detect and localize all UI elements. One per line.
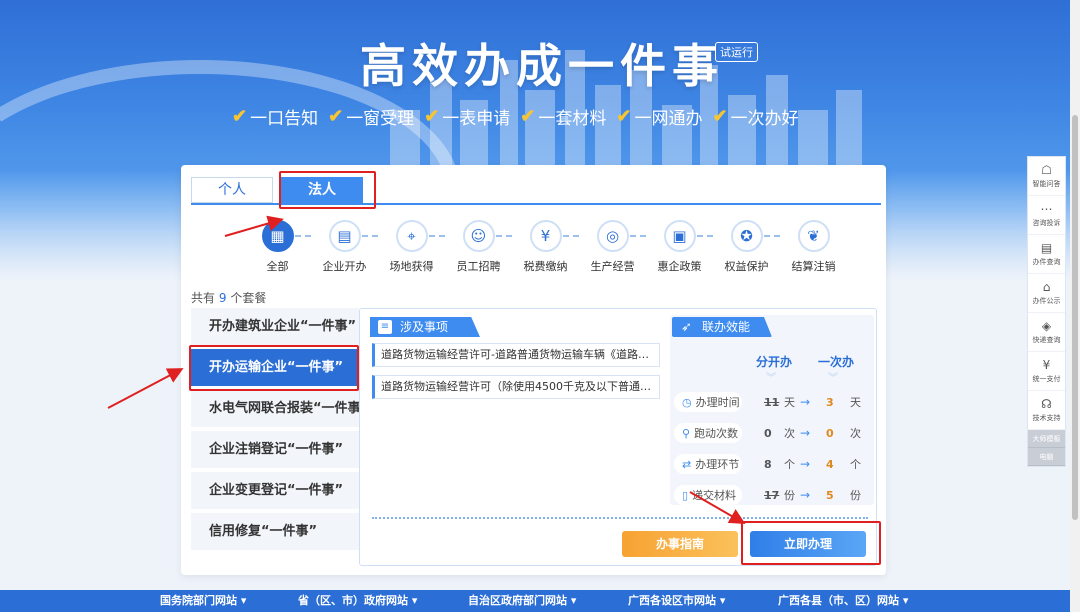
arrow-right-icon: → [800,457,811,471]
col-together: 一次办 [818,355,855,369]
slogan-list: ✔ 一口告知 ✔ 一窗受理 ✔ 一表申请 ✔ 一套材料 ✔ 一网通办 ✔ 一次办好 [232,104,799,129]
slogan-item: ✔ 一口告知 [232,106,319,129]
tool-consult[interactable]: ⋯ 咨询投诉 [1028,196,1065,235]
divider [372,517,868,519]
efficiency-header: ➶ 联办效能 [672,317,772,337]
check-icon: ✔ [712,106,728,127]
chevron-down-icon: ︾ [766,373,776,384]
list-icon: ≡ [378,320,392,334]
package-count: 共有 9 个套餐 [191,291,267,305]
category-bar: ▦ 全部 ▤ 企业开办 ⌖ 场地获得 ☺ 员工招聘 ¥ 税费缴纳 ◎ 生产经营 [244,220,847,274]
check-icon: ✔ [616,106,632,127]
runner-icon: ⚲ [682,426,691,440]
tool-case-query[interactable]: ▤ 办件查询 [1028,235,1065,274]
page-scrollbar[interactable] [1070,0,1080,612]
col-separate: 分开办 [756,355,793,369]
hero-title: 高效办成一件事 [360,39,724,93]
package-item[interactable]: 水电气网联合报装“一件事” [191,390,359,427]
medal-icon: ✪ [730,220,763,252]
piggy-bank-icon: ❦ [797,220,830,252]
robot-icon: ☖ [1041,162,1052,177]
chevron-down-icon: ︾ [828,373,838,384]
category-all[interactable]: ▦ 全部 [244,220,311,274]
footer-link[interactable]: 省（区、市）政府网站 ▾ [298,590,417,612]
category-operations[interactable]: ◎ 生产经营 [579,220,646,274]
service-panel: 个人 法人 ▦ 全部 ▤ 企业开办 ⌖ 场地获得 ☺ 员工招聘 ¥ 税费缴纳 ◎… [181,165,886,575]
arrow-right-icon: → [800,488,811,502]
package-item[interactable]: 企业注销登记“一件事” [191,431,359,468]
scrollbar-thumb[interactable] [1072,115,1078,520]
person-icon: ☺ [462,220,495,252]
guide-button[interactable]: 办事指南 [622,531,738,557]
chat-icon: ⋯ [1040,201,1053,216]
check-icon: ✔ [328,106,344,127]
coins-icon: ◎ [596,220,629,252]
category-business-start[interactable]: ▤ 企业开办 [311,220,378,274]
arrow-right-icon: → [800,426,811,440]
package-item[interactable]: 信用修复“一件事” [191,513,359,550]
flow-icon: ⇄ [682,457,692,471]
efficiency-row-materials: ▯ 递交材料 17 份 → 5 份 [674,484,874,506]
arrow-right-icon: → [800,395,811,409]
package-item[interactable]: 开办建筑业企业“一件事” [191,308,359,345]
slogan-item: ✔ 一表申请 [424,106,511,129]
rocket-icon: ➶ [681,320,692,335]
category-rights-protection[interactable]: ✪ 权益保护 [713,220,780,274]
category-policies[interactable]: ▣ 惠企政策 [646,220,713,274]
yen-icon: ¥ [1042,357,1051,372]
footer-link[interactable]: 国务院部门网站 ▾ [160,590,246,612]
slogan-item: ✔ 一次办好 [712,106,799,129]
tool-pc[interactable]: 电脑 [1028,448,1065,466]
slogan-item: ✔ 一套材料 [520,106,607,129]
category-site-acquisition[interactable]: ⌖ 场地获得 [378,220,445,274]
highlight-box [189,345,359,391]
tool-case-publicity[interactable]: ⌂ 办件公示 [1028,274,1065,313]
highlight-box [741,521,881,565]
policy-icon: ▣ [663,220,696,252]
involved-items-header: ≡ 涉及事项 [370,317,480,337]
board-icon: ⌂ [1042,279,1051,294]
location-icon: ⌖ [395,220,428,252]
trial-badge: 试运行 [715,42,758,62]
involved-item[interactable]: 道路货物运输经营许可（除使用4500千克及以下普通货... [372,375,660,399]
slogan-item: ✔ 一网通办 [616,106,703,129]
floating-toolbar: ☖ 智能问答 ⋯ 咨询投诉 ▤ 办件查询 ⌂ 办件公示 ◈ 快递查询 ¥ 统一支付 ☊ 技术支… [1027,156,1066,467]
file-icon: ▯ [682,488,689,502]
tab-personal[interactable]: 个人 [191,177,273,203]
document-icon: ▤ [328,220,361,252]
check-icon: ✔ [520,106,536,127]
footer-link[interactable]: 广西各县（市、区）网站 ▾ [778,590,908,612]
category-settlement[interactable]: ❦ 结算注销 [780,220,847,274]
efficiency-row-steps: ⇄ 办理环节 8 个 → 4 个 [674,453,874,475]
tool-smart-qa[interactable]: ☖ 智能问答 [1028,157,1065,196]
check-icon: ✔ [232,106,248,127]
category-tax-payment[interactable]: ¥ 税费缴纳 [512,220,579,274]
check-icon: ✔ [424,106,440,127]
headset-icon: ☊ [1041,396,1052,411]
tool-template[interactable]: 大师模板 [1028,430,1065,448]
efficiency-row-trips: ⚲ 跑动次数 0 次 → 0 次 [674,422,874,444]
annotation-arrow [107,368,184,409]
tax-icon: ¥ [529,220,562,252]
clock-icon: ◷ [682,395,692,409]
slogan-item: ✔ 一窗受理 [328,106,415,129]
highlight-box [279,171,376,209]
package-icon: ◈ [1041,318,1052,333]
footer-links: 国务院部门网站 ▾ 省（区、市）政府网站 ▾ 自治区政府部门网站 ▾ 广西各设区… [0,590,1070,612]
tool-support[interactable]: ☊ 技术支持 [1028,391,1065,430]
tool-express[interactable]: ◈ 快递查询 [1028,313,1065,352]
footer-link[interactable]: 自治区政府部门网站 ▾ [468,590,576,612]
involved-item[interactable]: 道路货物运输经营许可-道路普通货物运输车辆《道路运... [372,343,660,367]
footer-link[interactable]: 广西各设区市网站 ▾ [628,590,725,612]
tool-payment[interactable]: ¥ 统一支付 [1028,352,1065,391]
efficiency-row-time: ◷ 办理时间 11 天 → 3 天 [674,391,874,413]
grid-icon: ▦ [261,220,294,252]
package-item[interactable]: 企业变更登记“一件事” [191,472,359,509]
efficiency-panel: ➶ 联办效能 分开办 一次办 ︾ ︾ ◷ 办理时间 11 天 → 3 天 ⚲ 跑动次… [670,315,874,505]
search-doc-icon: ▤ [1040,240,1053,255]
category-recruitment[interactable]: ☺ 员工招聘 [445,220,512,274]
